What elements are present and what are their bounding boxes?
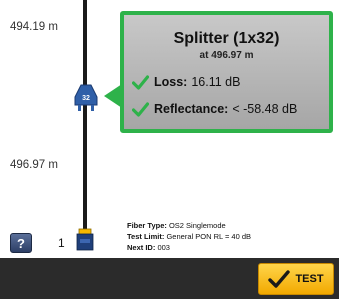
fiber-type-label: Fiber Type:	[127, 221, 167, 230]
event-title: Splitter (1x32)	[173, 30, 280, 47]
fiber-type-value: OS2 Singlemode	[168, 221, 226, 230]
trace-view: 494.19 m 496.97 m 32 Splitter (1x32) at …	[0, 0, 339, 258]
distance-label-bottom: 496.97 m	[10, 159, 58, 171]
next-id-label: Next ID:	[127, 243, 156, 252]
test-limit-label: Test Limit:	[127, 232, 165, 241]
event-details-callout[interactable]: Splitter (1x32) at 496.97 m Loss: 16.11 …	[120, 11, 333, 133]
bottom-toolbar: TEST	[0, 258, 339, 299]
fiber-info: Fiber Type: OS2 Singlemode Test Limit: G…	[127, 220, 251, 253]
fiber-line	[83, 0, 87, 232]
help-button[interactable]: ?	[10, 233, 32, 253]
check-icon	[132, 74, 154, 90]
test-limit-value: General PON RL = 40 dB	[166, 232, 252, 241]
loss-row: Loss: 16.11 dB	[132, 73, 240, 91]
next-id-line: Next ID: 003	[127, 242, 251, 253]
next-id-value: 003	[157, 243, 170, 252]
event-location: at 496.97 m	[199, 50, 254, 61]
check-icon	[268, 270, 295, 288]
splitter-icon-label: 32	[82, 95, 90, 102]
loss-label: Loss:	[154, 75, 188, 89]
connector-icon[interactable]	[75, 222, 95, 252]
reflectance-value: < -58.48 dB	[232, 102, 298, 116]
check-icon	[132, 101, 154, 117]
reflectance-row: Reflectance: < -58.48 dB	[132, 100, 297, 118]
port-number: 1	[58, 236, 65, 250]
test-limit-line: Test Limit: General PON RL = 40 dB	[127, 231, 251, 242]
loss-value: 16.11 dB	[191, 75, 241, 89]
splitter-icon[interactable]: 32	[73, 84, 99, 112]
reflectance-label: Reflectance:	[154, 102, 229, 116]
test-button-label: TEST	[295, 273, 324, 285]
test-button[interactable]: TEST	[258, 263, 334, 295]
distance-label-top: 494.19 m	[10, 21, 58, 33]
fiber-type-line: Fiber Type: OS2 Singlemode	[127, 220, 251, 231]
